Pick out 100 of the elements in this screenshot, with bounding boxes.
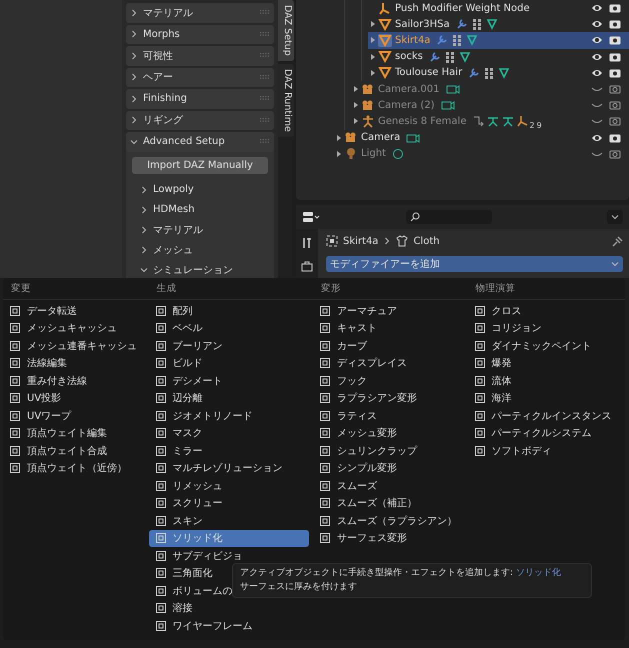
menu-item[interactable]: 重み付き法線 xyxy=(3,372,145,390)
menu-item[interactable]: クロス xyxy=(468,302,621,320)
chevron-icon[interactable] xyxy=(140,266,148,274)
light-data-icon[interactable] xyxy=(392,148,404,160)
outliner-row[interactable]: Light xyxy=(334,146,629,162)
panel-header[interactable]: Advanced Setup xyxy=(126,132,274,152)
camera-data-icon[interactable] xyxy=(406,132,420,144)
menu-item[interactable]: マスク xyxy=(148,424,309,442)
grip-icon[interactable] xyxy=(260,118,270,123)
menu-item[interactable]: スキン xyxy=(148,512,309,530)
camera-render-icon[interactable] xyxy=(609,116,621,126)
menu-item[interactable]: スクリュー xyxy=(148,494,309,512)
grip-icon[interactable] xyxy=(260,139,270,144)
eye-icon[interactable] xyxy=(591,3,603,14)
add-modifier-dropdown[interactable]: モディファイアーを追加 xyxy=(326,256,623,272)
menu-item[interactable]: 流体 xyxy=(468,372,621,390)
menu-item[interactable]: ブーリアン xyxy=(148,337,309,354)
grid-icon[interactable] xyxy=(444,50,456,63)
wrench-icon[interactable] xyxy=(456,18,468,30)
menu-item[interactable]: パーティクルシステム xyxy=(468,424,621,442)
outliner-row[interactable]: Genesis 8 Female 2 9 xyxy=(351,113,629,130)
menu-item[interactable]: メッシュ連番キャッシュ xyxy=(3,337,145,354)
camera-render-icon[interactable] xyxy=(609,84,621,94)
menu-item[interactable]: サブディビジョ xyxy=(148,547,309,564)
camera-data-icon[interactable] xyxy=(446,83,460,96)
menu-item[interactable]: 頂点ウェイト（近傍） xyxy=(3,460,145,477)
panel-header[interactable]: 可視性 xyxy=(126,46,274,66)
chevron-icon[interactable] xyxy=(130,138,138,146)
grip-icon[interactable] xyxy=(260,10,270,16)
menu-item[interactable]: 辺分離 xyxy=(148,390,309,407)
vertex-triangle-icon[interactable] xyxy=(466,34,478,46)
wrench-icon[interactable] xyxy=(468,66,480,79)
chevron-icon[interactable] xyxy=(130,8,138,17)
menu-item[interactable]: スムーズ（ラプラシアン） xyxy=(313,512,464,530)
grid-icon[interactable] xyxy=(470,18,483,30)
menu-item[interactable]: ソフトボディ xyxy=(468,442,621,460)
menu-item[interactable]: データ転送 xyxy=(3,302,145,320)
chevron-icon[interactable] xyxy=(140,246,148,254)
chevron-icon[interactable] xyxy=(130,73,138,82)
menu-item[interactable]: ジオメトリノード xyxy=(148,407,309,424)
editor-type-icon[interactable] xyxy=(302,211,320,223)
grip-icon[interactable] xyxy=(260,74,270,80)
menu-item[interactable]: パーティクルインスタンス xyxy=(468,407,621,424)
panel-header[interactable]: リギング xyxy=(126,110,274,130)
menu-item[interactable]: 配列 xyxy=(148,302,309,320)
pose-figure-icon[interactable] xyxy=(502,115,514,128)
menu-item[interactable]: シンプル変形 xyxy=(313,460,464,477)
outliner-row[interactable]: Camera (2) xyxy=(351,97,629,114)
subpanel-header[interactable]: マテリアル xyxy=(126,220,274,240)
grip-icon[interactable] xyxy=(260,96,270,102)
fork-icon[interactable] xyxy=(517,115,530,128)
subpanel-header[interactable]: メッシュ xyxy=(126,240,274,260)
subpanel-header[interactable]: HDMesh xyxy=(126,200,274,220)
menu-item[interactable]: 法線編集 xyxy=(3,354,145,372)
subpanel-header[interactable]: Lowpoly xyxy=(126,180,274,200)
menu-item[interactable]: 頂点ウェイト編集 xyxy=(3,424,145,442)
wrench-icon[interactable] xyxy=(428,50,441,63)
chevron-icon[interactable] xyxy=(140,206,148,214)
panel-header[interactable]: マテリアル xyxy=(126,3,274,22)
outliner-row[interactable]: Sailor3HSa xyxy=(368,16,629,32)
grip-icon[interactable] xyxy=(260,32,270,37)
eye-icon[interactable] xyxy=(591,19,603,30)
eye-icon[interactable] xyxy=(591,52,603,62)
grip-icon[interactable] xyxy=(260,53,270,58)
menu-item[interactable]: UVワープ xyxy=(3,407,145,424)
sidebar-tab[interactable]: DAZ Setup xyxy=(278,0,294,61)
pin-icon[interactable] xyxy=(612,236,623,246)
curved-arrow-icon[interactable] xyxy=(472,115,484,128)
camera-render-icon[interactable] xyxy=(609,100,621,110)
menu-item[interactable]: スムーズ（補正） xyxy=(313,494,464,512)
chevron-icon[interactable] xyxy=(130,116,138,124)
menu-item[interactable]: メッシュキャッシュ xyxy=(3,320,145,337)
outliner-row[interactable]: Push Modifier Weight Node xyxy=(368,0,629,16)
subpanel-header[interactable]: シミュレーション xyxy=(126,260,274,278)
menu-item[interactable]: サーフェス変形 xyxy=(313,530,464,547)
briefcase-icon[interactable] xyxy=(301,261,313,272)
eye-icon[interactable] xyxy=(591,132,603,143)
menu-item[interactable]: マルチレゾリューション xyxy=(148,460,309,477)
camera-data-icon[interactable] xyxy=(440,99,455,112)
menu-item[interactable]: アーマチュア xyxy=(313,302,464,320)
menu-item[interactable]: キャスト xyxy=(313,320,464,337)
camera-render-icon[interactable] xyxy=(609,148,621,159)
menu-item[interactable]: ミラー xyxy=(148,442,309,460)
grid-icon[interactable] xyxy=(451,34,464,46)
menu-item[interactable]: ディスプレイス xyxy=(313,354,464,372)
chevron-icon[interactable] xyxy=(140,186,148,194)
menu-item[interactable]: デシメート xyxy=(148,372,309,390)
search-field[interactable] xyxy=(406,210,492,224)
panel-header[interactable]: ヘアー xyxy=(126,68,274,87)
outliner-row[interactable]: Skirt4a xyxy=(368,32,629,49)
import-button[interactable]: Import DAZ Manually xyxy=(132,156,268,174)
caret-icon[interactable] xyxy=(611,213,619,221)
chevron-icon[interactable] xyxy=(130,30,138,38)
menu-item[interactable]: 溶接 xyxy=(148,600,309,617)
vertex-triangle-icon[interactable] xyxy=(498,66,510,79)
sidebar-tab[interactable]: DAZ Runtime xyxy=(278,64,294,137)
menu-item[interactable]: 爆発 xyxy=(468,354,621,372)
eye-icon[interactable] xyxy=(591,35,603,46)
vertex-triangle-icon[interactable] xyxy=(486,18,498,30)
menu-item[interactable]: リメッシュ xyxy=(148,477,309,494)
